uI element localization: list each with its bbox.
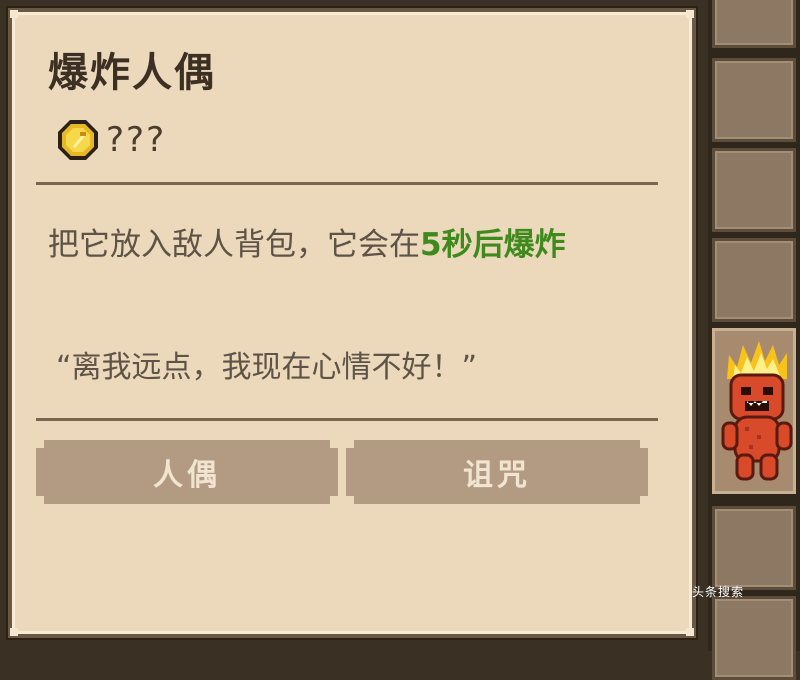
panel-corner: [10, 628, 18, 636]
description-text: 把它放入敌人背包，它会在: [48, 227, 420, 263]
tag-doll[interactable]: 人偶: [36, 440, 338, 504]
inventory-slot-selected[interactable]: [712, 328, 796, 494]
inventory-slot[interactable]: [712, 238, 796, 322]
tag-curse[interactable]: 诅咒: [346, 440, 648, 504]
divider: [36, 418, 658, 421]
divider: [36, 182, 658, 185]
panel-corner: [686, 10, 694, 18]
panel-corner: [10, 10, 18, 18]
item-price: ???: [106, 120, 167, 160]
inventory-slot[interactable]: [712, 506, 796, 590]
inventory-slot[interactable]: [712, 58, 796, 142]
price-row: ???: [56, 118, 166, 162]
explosive-doll-icon: [721, 341, 793, 481]
item-description: 把它放入敌人背包，它会在5秒后爆炸: [48, 216, 656, 274]
item-flavor-quote: “离我远点，我现在心情不好！”: [56, 350, 478, 385]
item-tooltip-panel: [8, 8, 696, 638]
panel-corner: [686, 628, 694, 636]
inventory-slot[interactable]: [712, 596, 796, 680]
inventory-column: [708, 0, 800, 680]
inventory-slot[interactable]: [712, 0, 796, 48]
gold-coin-icon: [58, 120, 98, 160]
inventory-slot[interactable]: [712, 148, 796, 232]
watermark-text: 头条搜索: [692, 585, 745, 599]
description-highlight: 5秒后爆炸: [420, 227, 566, 263]
item-title: 爆炸人偶: [48, 50, 216, 96]
